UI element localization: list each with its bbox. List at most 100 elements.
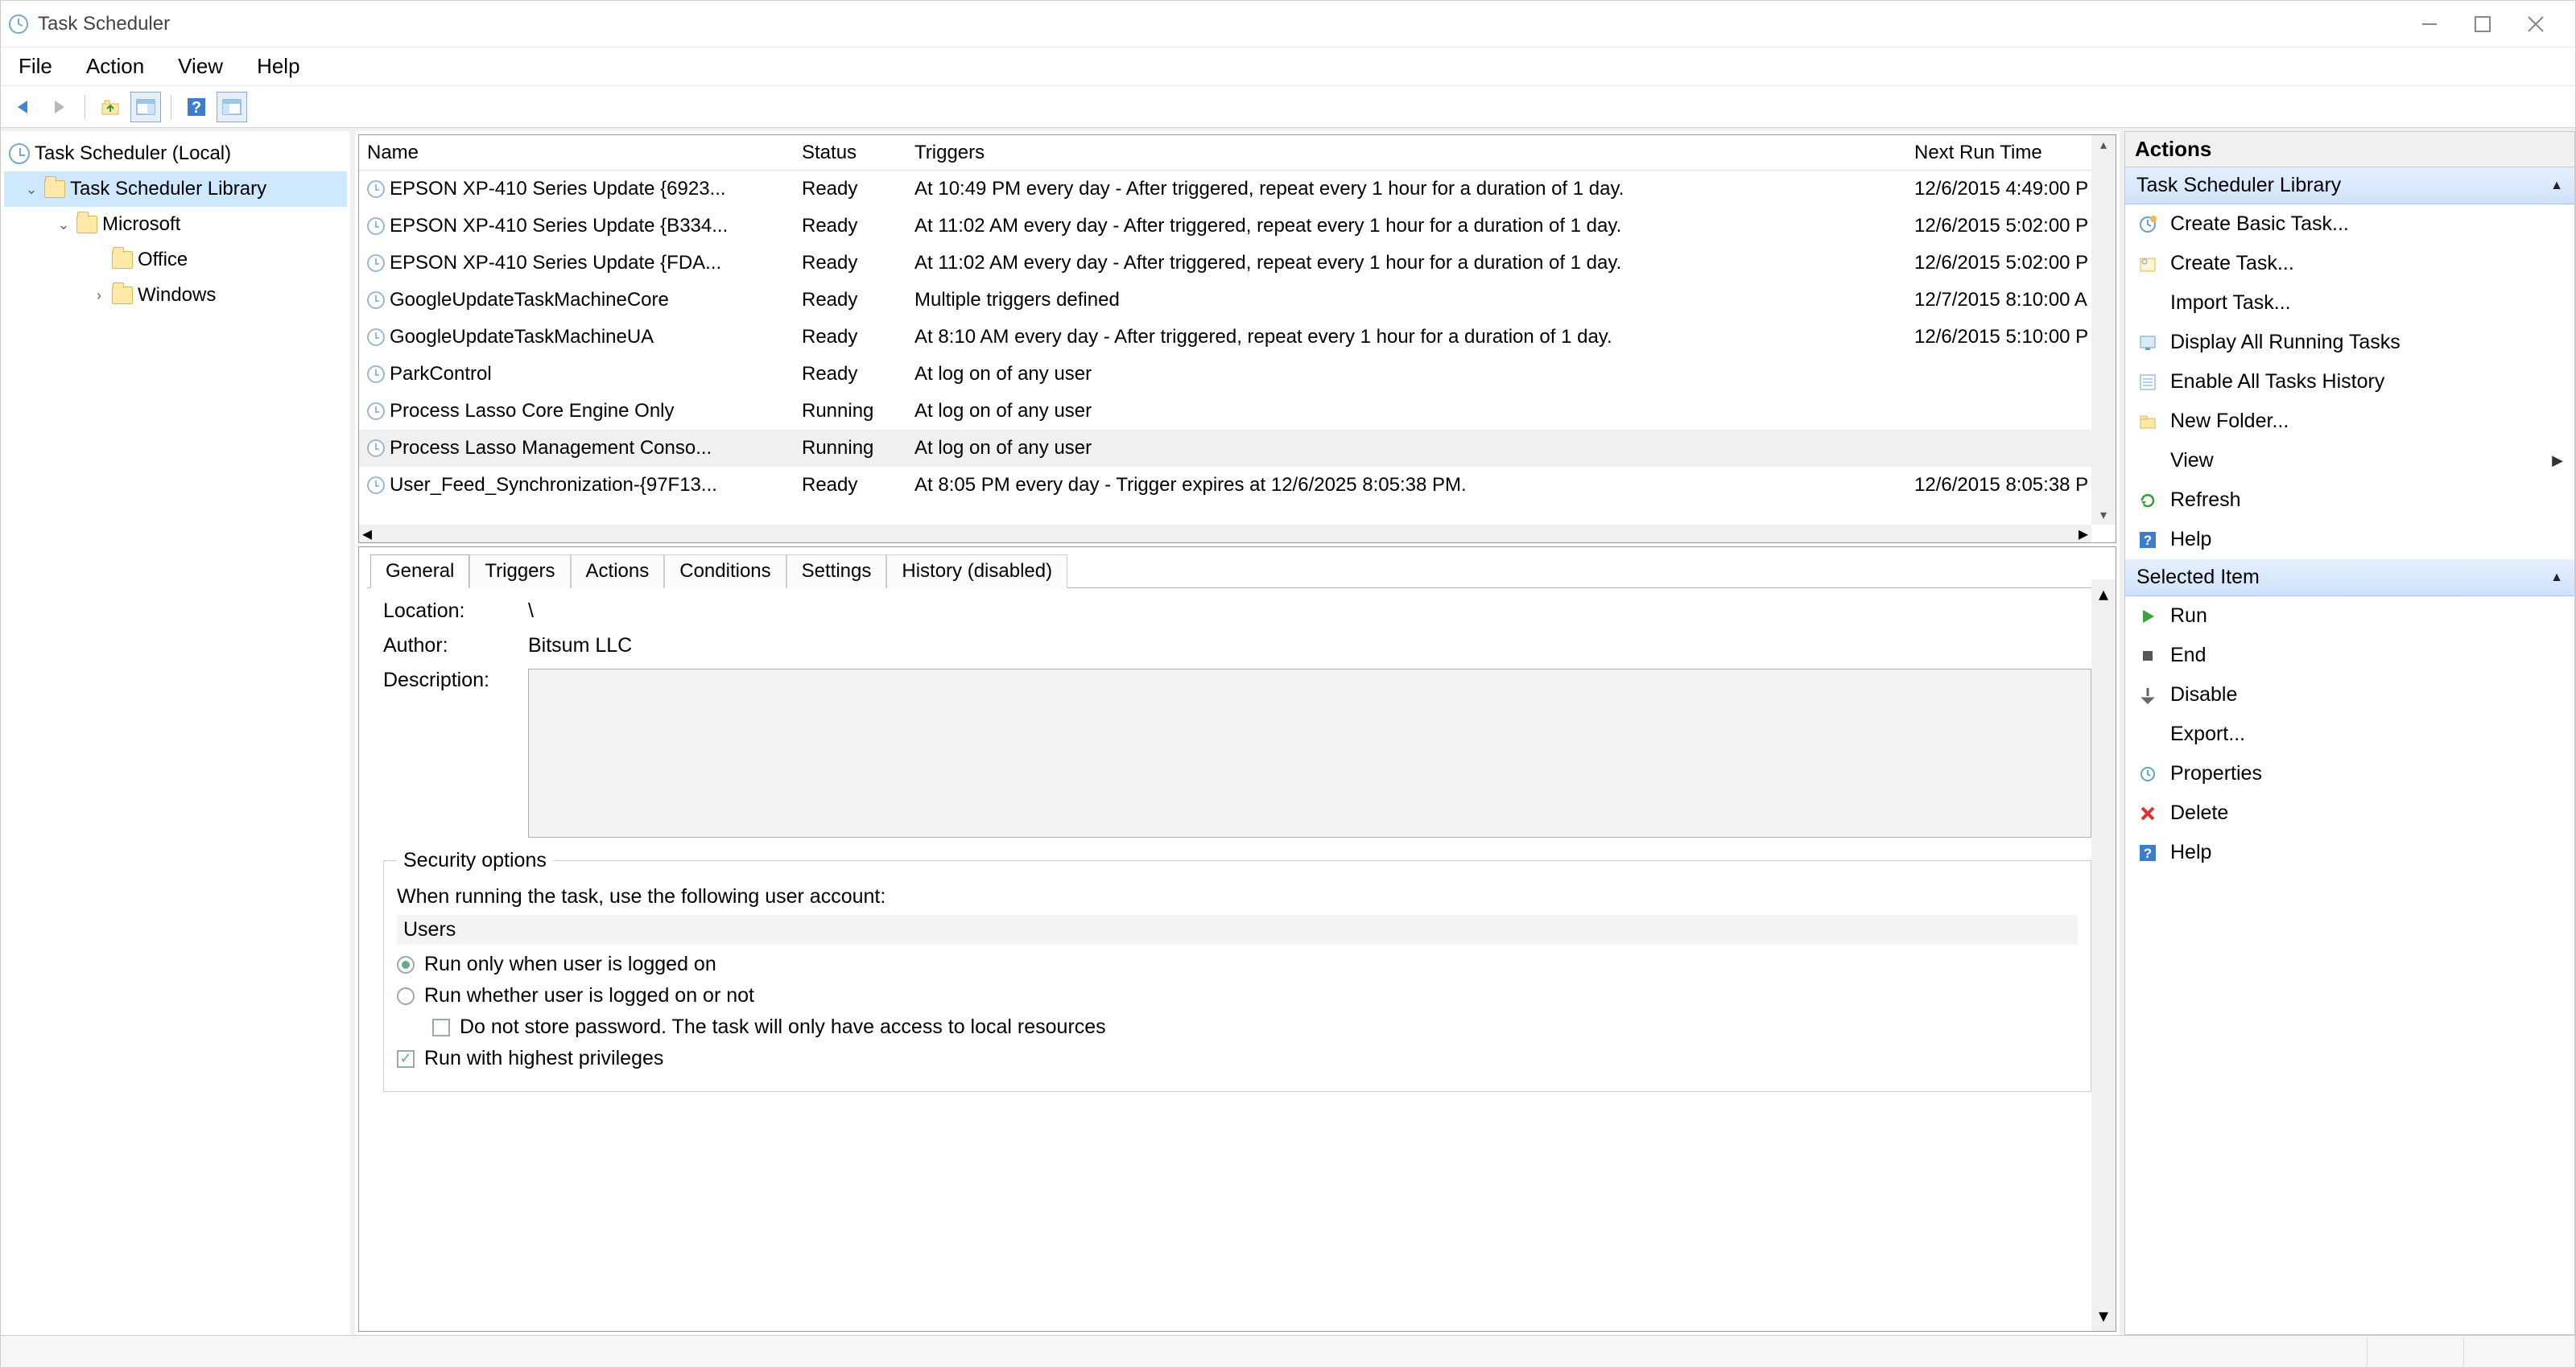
actions-section-library[interactable]: Task Scheduler Library ▲	[2125, 167, 2574, 204]
expander-icon[interactable]: ⌄	[56, 216, 72, 233]
collapse-icon[interactable]: ▲	[2550, 179, 2563, 193]
maximize-button[interactable]	[2472, 14, 2493, 35]
task-list[interactable]: Name Status Triggers Next Run Time EPSON…	[358, 134, 2116, 543]
task-row[interactable]: User_Feed_Synchronization-{97F13...Ready…	[359, 467, 2116, 504]
expander-icon[interactable]: ›	[91, 287, 107, 304]
task-row[interactable]: Process Lasso Management Conso...Running…	[359, 430, 2116, 467]
toolbar-pane-toggle[interactable]	[130, 92, 161, 122]
menu-action[interactable]: Action	[80, 51, 151, 82]
horizontal-scrollbar[interactable]: ◂▸	[359, 525, 2091, 542]
close-button[interactable]	[2525, 14, 2546, 35]
actions-section-selected[interactable]: Selected Item ▲	[2125, 559, 2574, 596]
action-label: Run	[2170, 604, 2207, 628]
tree-pane[interactable]: Task Scheduler (Local) ⌄ Task Scheduler …	[1, 131, 355, 1335]
tree-library[interactable]: ⌄ Task Scheduler Library	[4, 171, 347, 207]
task-row[interactable]: EPSON XP-410 Series Update {6923...Ready…	[359, 171, 2116, 208]
action-help[interactable]: ?Help	[2125, 833, 2574, 872]
window-title: Task Scheduler	[38, 13, 170, 35]
author-label: Author:	[383, 634, 528, 657]
menu-help[interactable]: Help	[250, 51, 306, 82]
action-new-folder[interactable]: New Folder...	[2125, 402, 2574, 441]
tree-windows[interactable]: › Windows	[4, 278, 347, 313]
up-folder-button[interactable]	[95, 92, 126, 122]
task-row[interactable]: EPSON XP-410 Series Update {B334...Ready…	[359, 208, 2116, 245]
task-icon	[367, 439, 385, 457]
menu-file[interactable]: File	[12, 51, 59, 82]
vertical-scrollbar[interactable]: ▴▾	[2091, 135, 2116, 525]
tab-settings[interactable]: Settings	[786, 554, 887, 588]
col-name[interactable]: Name	[359, 142, 794, 164]
action-disable[interactable]: Disable	[2125, 675, 2574, 715]
task-row[interactable]: GoogleUpdateTaskMachineUAReadyAt 8:10 AM…	[359, 319, 2116, 356]
task-row[interactable]: ParkControlReadyAt log on of any user	[359, 356, 2116, 393]
action-end[interactable]: End	[2125, 636, 2574, 675]
details-pane: General Triggers Actions Conditions Sett…	[358, 546, 2116, 1332]
window: Task Scheduler File Action View Help ? T…	[0, 0, 2576, 1368]
menu-view[interactable]: View	[171, 51, 229, 82]
tree-office-label: Office	[138, 249, 188, 271]
task-row[interactable]: Process Lasso Core Engine OnlyRunningAt …	[359, 393, 2116, 430]
task-next: 12/6/2015 8:05:38 P	[1906, 474, 2116, 497]
collapse-icon[interactable]: ▲	[2550, 571, 2563, 585]
action-properties[interactable]: Properties	[2125, 754, 2574, 793]
action-create-basic-task[interactable]: Create Basic Task...	[2125, 204, 2574, 244]
description-label: Description:	[383, 669, 528, 692]
back-button[interactable]	[9, 92, 39, 122]
action-run[interactable]: Run	[2125, 596, 2574, 636]
task-next: 12/6/2015 5:02:00 P	[1906, 252, 2116, 274]
security-user: Users	[397, 915, 2078, 945]
action-display-all-running-tasks[interactable]: Display All Running Tasks	[2125, 323, 2574, 362]
check-highest-privileges[interactable]: ✓ Run with highest privileges	[397, 1047, 2078, 1070]
task-name: ParkControl	[390, 363, 492, 385]
task-icon	[367, 254, 385, 272]
radio-whether[interactable]: Run whether user is logged on or not	[397, 984, 2078, 1007]
action-import-task[interactable]: Import Task...	[2125, 283, 2574, 323]
task-name: EPSON XP-410 Series Update {FDA...	[390, 252, 721, 274]
minimize-button[interactable]	[2419, 14, 2440, 35]
window-controls	[2419, 14, 2569, 35]
task-status: Ready	[794, 252, 906, 274]
tree-office[interactable]: Office	[4, 242, 347, 278]
action-view[interactable]: View▶	[2125, 441, 2574, 480]
description-textbox[interactable]	[528, 669, 2091, 838]
forward-button[interactable]	[44, 92, 75, 122]
col-triggers[interactable]: Triggers	[906, 142, 1906, 164]
col-next[interactable]: Next Run Time	[1906, 142, 2116, 164]
tab-conditions[interactable]: Conditions	[664, 554, 786, 588]
task-trigger: At 11:02 AM every day - After triggered,…	[906, 252, 1906, 274]
radio-icon	[397, 987, 415, 1005]
checkbox-icon	[432, 1019, 450, 1036]
action-help[interactable]: ?Help	[2125, 520, 2574, 559]
action-refresh[interactable]: Refresh	[2125, 480, 2574, 520]
tree-root[interactable]: Task Scheduler (Local)	[4, 136, 347, 171]
action-icon	[2136, 450, 2159, 472]
tab-triggers[interactable]: Triggers	[469, 554, 570, 588]
task-row[interactable]: GoogleUpdateTaskMachineCoreReadyMultiple…	[359, 282, 2116, 319]
task-trigger: At log on of any user	[906, 437, 1906, 459]
check-no-password[interactable]: Do not store password. The task will onl…	[432, 1016, 2078, 1039]
folder-icon	[44, 180, 65, 198]
col-status[interactable]: Status	[794, 142, 906, 164]
svg-text:?: ?	[192, 99, 201, 117]
toolbar-actions-toggle[interactable]	[217, 92, 247, 122]
action-enable-all-tasks-history[interactable]: Enable All Tasks History	[2125, 362, 2574, 402]
task-name: EPSON XP-410 Series Update {6923...	[390, 178, 726, 200]
tree-microsoft[interactable]: ⌄ Microsoft	[4, 207, 347, 242]
details-scrollbar[interactable]: ▴▾	[2091, 579, 2116, 1331]
general-tab-body: Location: \ Author: Bitsum LLC Descripti…	[359, 588, 2116, 1331]
tab-actions[interactable]: Actions	[571, 554, 665, 588]
task-row[interactable]: EPSON XP-410 Series Update {FDA... ReadyA…	[359, 245, 2116, 282]
action-export[interactable]: Export...	[2125, 715, 2574, 754]
task-status: Running	[794, 437, 906, 459]
help-button[interactable]: ?	[181, 92, 212, 122]
action-delete[interactable]: Delete	[2125, 793, 2574, 833]
tab-history[interactable]: History (disabled)	[886, 554, 1067, 588]
action-label: End	[2170, 644, 2206, 667]
tab-general[interactable]: General	[370, 554, 469, 588]
task-next: 12/6/2015 4:49:00 P	[1906, 178, 2116, 200]
radio-logged-on[interactable]: Run only when user is logged on	[397, 953, 2078, 976]
expander-icon[interactable]: ⌄	[23, 181, 39, 198]
action-create-task[interactable]: Create Task...	[2125, 244, 2574, 283]
task-header[interactable]: Name Status Triggers Next Run Time	[359, 135, 2116, 171]
action-icon	[2136, 645, 2159, 667]
